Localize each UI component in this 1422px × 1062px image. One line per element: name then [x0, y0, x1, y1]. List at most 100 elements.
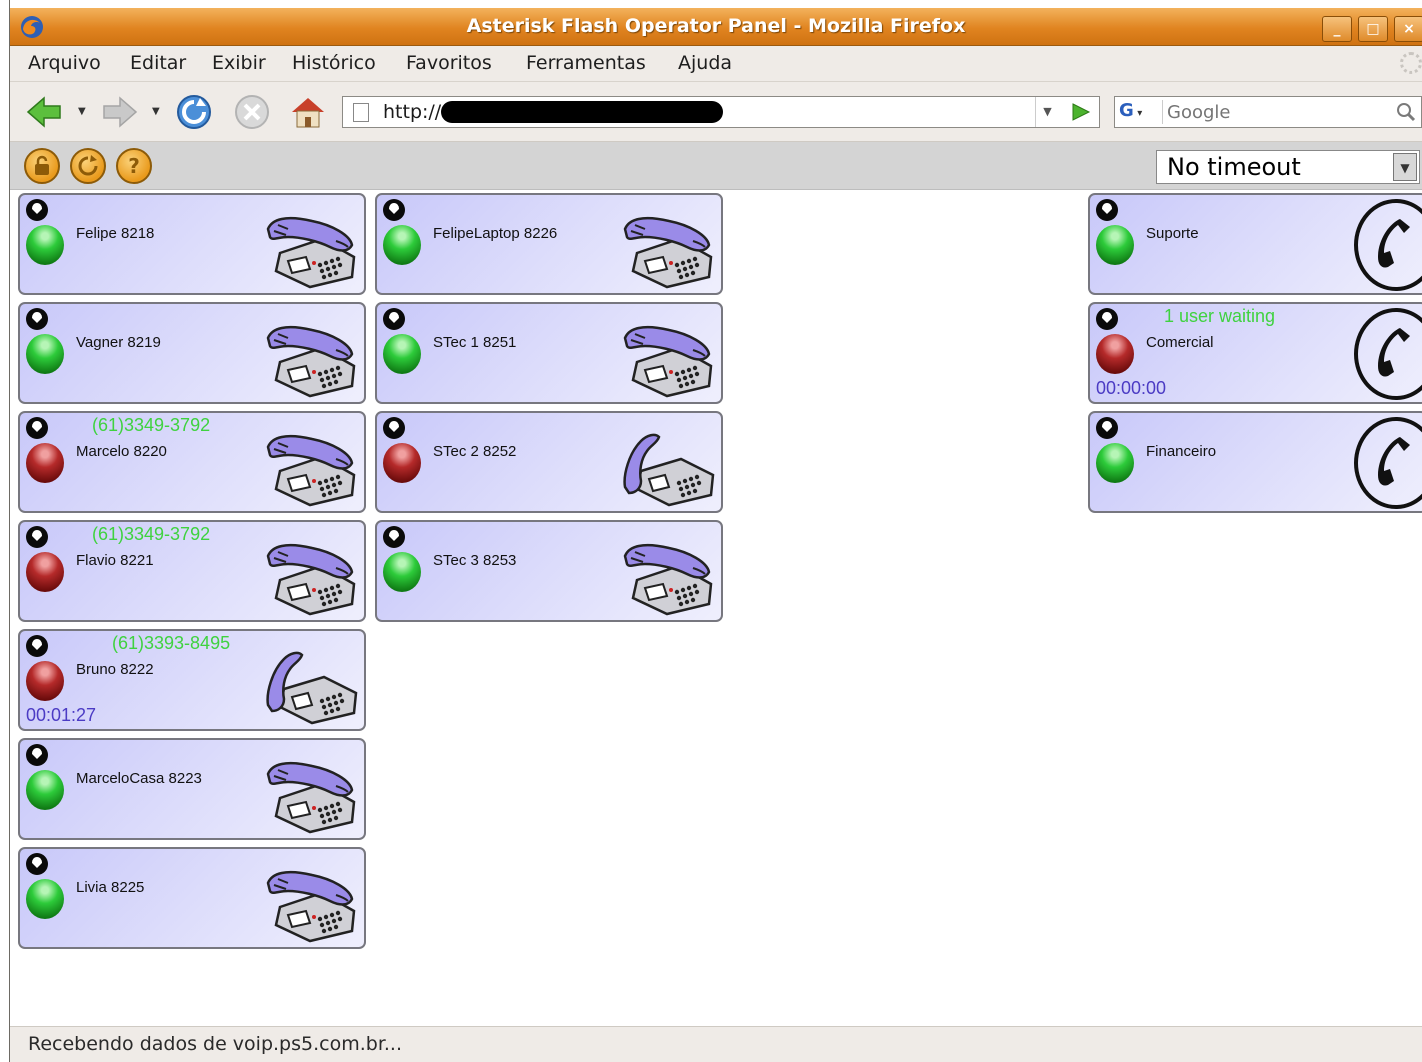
- expand-toggle-icon[interactable]: [26, 308, 48, 330]
- caller-id: (61)3393-8495: [112, 633, 231, 653]
- extension-card[interactable]: (61)3349-3792 Flavio 8221: [18, 520, 366, 622]
- extension-card[interactable]: Livia 8225: [18, 847, 366, 949]
- minimize-button[interactable]: _: [1322, 16, 1352, 42]
- desk-phone-icon: [266, 758, 360, 834]
- fop-toolbar: ? No timeout ▼: [10, 142, 1422, 190]
- activity-throbber-icon: [1400, 52, 1422, 74]
- status-bar: Recebendo dados de voip.ps5.com.br...: [10, 1026, 1422, 1062]
- menu-ferramentas[interactable]: Ferramentas: [526, 52, 646, 74]
- extension-card[interactable]: STec 3 8253: [375, 520, 723, 622]
- menu-arquivo[interactable]: Arquivo: [28, 52, 101, 74]
- queue-timer: 00:00:00: [1096, 378, 1167, 398]
- status-led-icon: [383, 552, 421, 592]
- search-engine-icon[interactable]: G ▾: [1119, 100, 1163, 124]
- status-led-icon: [26, 661, 64, 701]
- caller-id: (61)3349-3792: [92, 415, 211, 435]
- queue-card[interactable]: Suporte: [1088, 193, 1422, 295]
- expand-toggle-icon[interactable]: [383, 526, 405, 548]
- menu-ajuda[interactable]: Ajuda: [678, 52, 732, 74]
- go-arrow-icon[interactable]: [1067, 100, 1093, 124]
- expand-toggle-icon[interactable]: [26, 635, 48, 657]
- back-arrow-icon[interactable]: [24, 92, 64, 132]
- browser-window: Asterisk Flash Operator Panel - Mozilla …: [10, 0, 1422, 1062]
- extension-card[interactable]: Felipe 8218: [18, 193, 366, 295]
- refresh-icon[interactable]: [70, 148, 106, 184]
- queue-phone-icon: [1350, 199, 1422, 291]
- expand-toggle-icon[interactable]: [26, 417, 48, 439]
- help-icon[interactable]: ?: [116, 148, 152, 184]
- desk-phone-icon: [623, 322, 717, 398]
- menu-editar[interactable]: Editar: [130, 52, 186, 74]
- expand-toggle-icon[interactable]: [26, 853, 48, 875]
- queue-card[interactable]: Financeiro: [1088, 411, 1422, 513]
- home-icon[interactable]: [288, 92, 328, 132]
- queue-card[interactable]: 1 user waiting Comercial 00:00:00: [1088, 302, 1422, 404]
- title-bar: Asterisk Flash Operator Panel - Mozilla …: [10, 8, 1422, 46]
- expand-toggle-icon[interactable]: [383, 199, 405, 221]
- back-history-dropdown-icon[interactable]: ▼: [78, 106, 86, 117]
- menu-favoritos[interactable]: Favoritos: [406, 52, 492, 74]
- extension-card[interactable]: FelipeLaptop 8226: [375, 193, 723, 295]
- search-icon[interactable]: [1395, 100, 1417, 124]
- status-led-icon: [383, 225, 421, 265]
- queue-phone-icon: [1350, 308, 1422, 400]
- extension-name: MarceloCasa 8223: [76, 770, 202, 787]
- expand-toggle-icon[interactable]: [26, 526, 48, 548]
- status-led-icon: [383, 443, 421, 483]
- redacted-url: [441, 101, 723, 123]
- extension-card[interactable]: MarceloCasa 8223: [18, 738, 366, 840]
- operator-panel: Felipe 8218 Vagner 8219 (61)3349-3792 Ma…: [10, 190, 1422, 1026]
- expand-toggle-icon[interactable]: [26, 199, 48, 221]
- status-text: Recebendo dados de voip.ps5.com.br...: [28, 1033, 403, 1055]
- expand-toggle-icon[interactable]: [383, 417, 405, 439]
- timeout-dropdown-icon[interactable]: ▼: [1393, 153, 1417, 181]
- timeout-select[interactable]: No timeout ▼: [1156, 150, 1420, 184]
- page-icon: [353, 103, 369, 122]
- extension-name: Felipe 8218: [76, 225, 155, 242]
- forward-arrow-icon[interactable]: [100, 92, 140, 132]
- menu-historico[interactable]: Histórico: [292, 52, 376, 74]
- desk-phone-icon: [623, 540, 717, 616]
- status-led-icon: [26, 552, 64, 592]
- extension-name: STec 1 8251: [433, 334, 517, 351]
- status-led-icon: [26, 879, 64, 919]
- search-bar[interactable]: G ▾: [1114, 96, 1422, 128]
- expand-toggle-icon[interactable]: [26, 744, 48, 766]
- desk-phone-icon: [623, 213, 717, 289]
- url-bar[interactable]: http:// ▼: [342, 96, 1100, 128]
- url-text[interactable]: http://: [383, 101, 441, 123]
- caller-id: (61)3349-3792: [92, 524, 211, 544]
- lock-icon[interactable]: [24, 148, 60, 184]
- desk-phone-icon: [266, 540, 360, 616]
- menu-bar: Arquivo Editar Exibir Histórico Favorito…: [10, 46, 1422, 82]
- close-button[interactable]: ×: [1394, 16, 1422, 42]
- extension-card[interactable]: STec 1 8251: [375, 302, 723, 404]
- url-history-dropdown-icon[interactable]: ▼: [1035, 97, 1059, 127]
- desk-phone-offhook-icon: [266, 649, 360, 725]
- reload-icon[interactable]: [174, 92, 214, 132]
- expand-toggle-icon[interactable]: [1096, 417, 1118, 439]
- extension-name: Marcelo 8220: [76, 443, 167, 460]
- desk-phone-icon: [266, 867, 360, 943]
- stop-icon[interactable]: [232, 92, 272, 132]
- extension-name: FelipeLaptop 8226: [433, 225, 558, 242]
- expand-toggle-icon[interactable]: [383, 308, 405, 330]
- extension-card[interactable]: STec 2 8252: [375, 411, 723, 513]
- search-input[interactable]: [1167, 99, 1377, 125]
- navigation-toolbar: ▼ ▼ http:// ▼ G ▾ Google: [10, 82, 1422, 142]
- expand-toggle-icon[interactable]: [1096, 308, 1118, 330]
- status-led-icon: [26, 443, 64, 483]
- desk-phone-offhook-icon: [623, 431, 717, 507]
- maximize-button[interactable]: □: [1358, 16, 1388, 42]
- queue-waiting-info: 1 user waiting: [1164, 306, 1276, 326]
- expand-toggle-icon[interactable]: [1096, 199, 1118, 221]
- forward-history-dropdown-icon[interactable]: ▼: [152, 106, 160, 117]
- extension-card[interactable]: Vagner 8219: [18, 302, 366, 404]
- extension-card[interactable]: (61)3393-8495 Bruno 8222 00:01:27: [18, 629, 366, 731]
- status-led-icon: [1096, 334, 1134, 374]
- status-led-icon: [26, 770, 64, 810]
- extension-card[interactable]: (61)3349-3792 Marcelo 8220: [18, 411, 366, 513]
- extension-name: STec 3 8253: [433, 552, 517, 569]
- menu-exibir[interactable]: Exibir: [212, 52, 266, 74]
- extension-name: Flavio 8221: [76, 552, 154, 569]
